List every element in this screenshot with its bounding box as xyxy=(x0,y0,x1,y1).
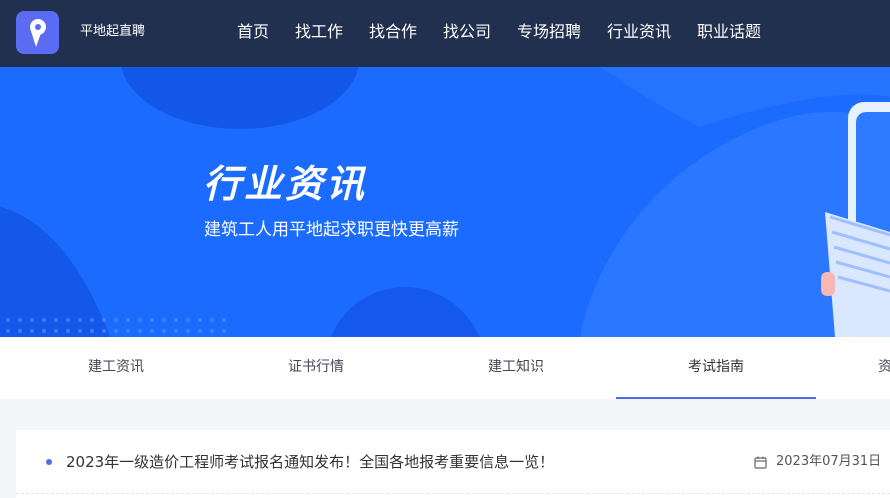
nav-item-find-company[interactable]: 找公司 xyxy=(443,20,491,44)
article-list: 2023年一级造价工程师考试报名通知发布！全国各地报考重要信息一览！ 2023年… xyxy=(16,430,890,498)
nav-item-find-job[interactable]: 找工作 xyxy=(295,20,343,44)
banner-background xyxy=(0,67,890,337)
nav-item-industry-news[interactable]: 行业资讯 xyxy=(607,20,671,44)
top-header: 平地起直聘 首页 找工作 找合作 找公司 专场招聘 行业资讯 职业话题 xyxy=(0,0,890,67)
tab-construction-news[interactable]: 建工资讯 xyxy=(16,337,216,399)
brand-name: 平地起直聘 xyxy=(80,24,146,39)
banner-title: 行业资讯 xyxy=(203,162,368,206)
banner-subtitle: 建筑工人用平地起求职更快更高薪 xyxy=(204,220,459,240)
article-title[interactable]: 2023年一级造价工程师考试报名通知发布！全国各地报考重要信息一览！ xyxy=(66,451,554,473)
tab-more[interactable]: 资 xyxy=(785,337,890,399)
category-tabs: 建工资讯 证书行情 建工知识 考试指南 资 xyxy=(0,337,890,399)
nav-item-special-recruit[interactable]: 专场招聘 xyxy=(517,20,581,44)
nav-item-career-topics[interactable]: 职业话题 xyxy=(697,20,761,44)
calendar-icon xyxy=(754,454,767,473)
nav-item-find-partner[interactable]: 找合作 xyxy=(369,20,417,44)
article-date: 2023年07月31日 xyxy=(776,454,882,469)
tab-certificate-market[interactable]: 证书行情 xyxy=(216,337,416,399)
nav-item-home[interactable]: 首页 xyxy=(237,20,269,44)
tab-construction-knowledge[interactable]: 建工知识 xyxy=(416,337,616,399)
list-item[interactable]: 2023年一级造价工程师考试报名通知发布！全国各地报考重要信息一览！ 2023年… xyxy=(16,430,890,494)
logo-icon[interactable] xyxy=(16,11,59,54)
hero-banner: 行业资讯 建筑工人用平地起求职更快更高薪 xyxy=(0,67,890,337)
bullet-dot xyxy=(46,459,52,465)
